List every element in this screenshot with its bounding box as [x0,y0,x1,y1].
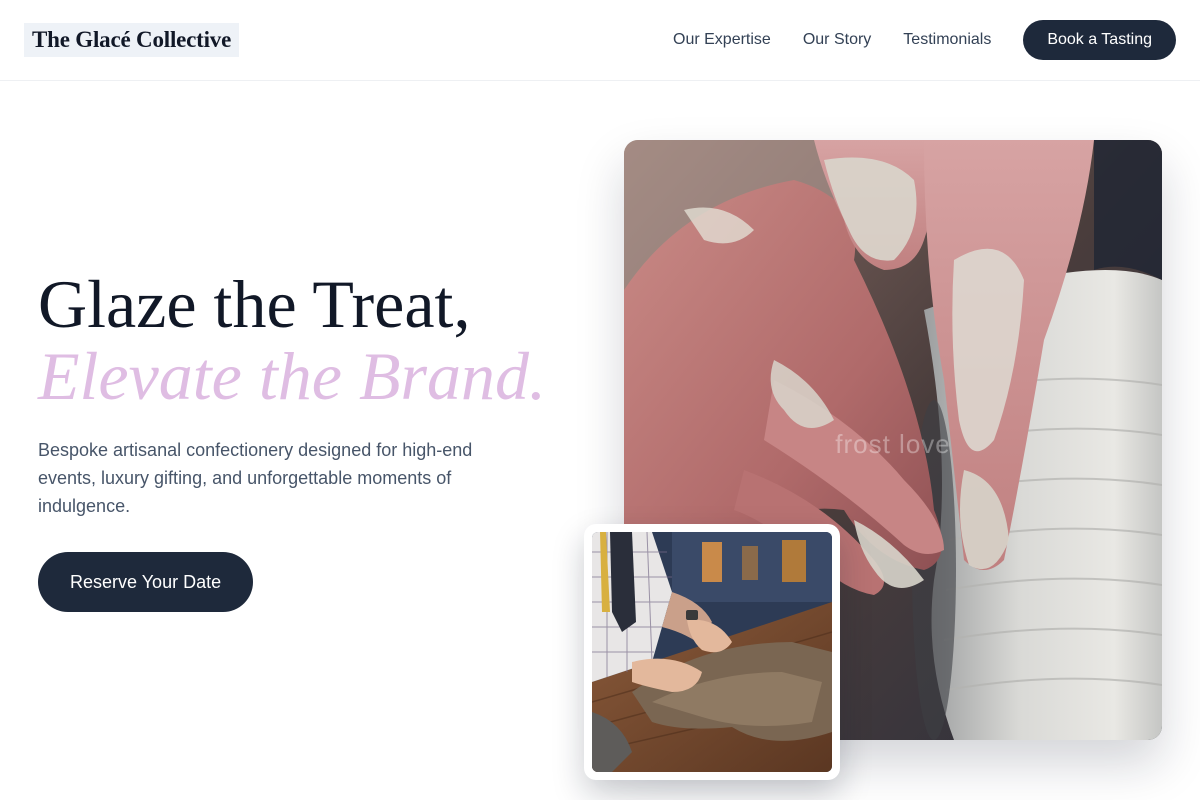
hero-inset-card [584,524,840,780]
hero-headline: Glaze the Treat, Elevate the Brand. [38,268,546,412]
book-tasting-button[interactable]: Book a Tasting [1023,20,1176,60]
tailor-workbench-image [592,532,832,772]
nav-link-testimonials[interactable]: Testimonials [903,31,991,49]
image-watermark: frost love [835,429,951,459]
hero-headline-line2: Elevate the Brand. [38,338,546,414]
nav-link-expertise[interactable]: Our Expertise [673,31,771,49]
tailor-image [592,532,832,772]
hero-headline-line1: Glaze the Treat, [38,266,471,342]
site-header: The Glacé Collective Our Expertise Our S… [0,0,1200,81]
main-nav: Our Expertise Our Story Testimonials Boo… [673,20,1176,60]
hero-subtext: Bespoke artisanal confectionery designed… [38,440,473,516]
site-logo[interactable]: The Glacé Collective [24,23,240,57]
reserve-date-button[interactable]: Reserve Your Date [38,552,254,612]
nav-link-story[interactable]: Our Story [803,31,871,49]
